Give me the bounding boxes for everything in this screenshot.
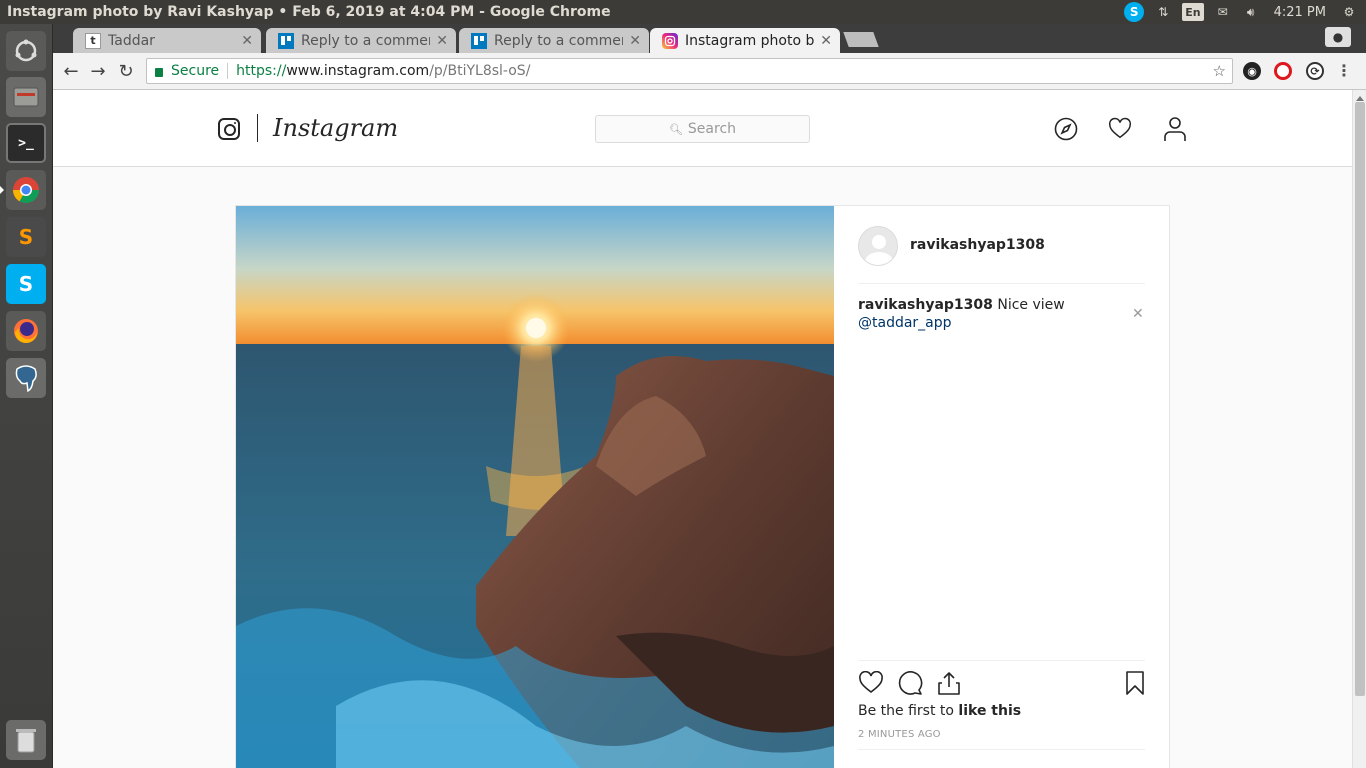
firefox-icon[interactable]	[6, 311, 46, 351]
post-side-panel: ravikashyap1308 ravikashyap1308 Nice vie…	[835, 206, 1170, 768]
forward-arrow-icon[interactable]: →	[86, 60, 110, 82]
sublime-text-icon[interactable]: S	[6, 217, 46, 257]
dash-icon[interactable]	[6, 31, 46, 71]
divider	[858, 660, 1145, 661]
avatar[interactable]	[858, 226, 898, 266]
instagram-nav: Instagram 🔍︎ Search	[53, 90, 1352, 167]
close-icon[interactable]: ✕	[1132, 306, 1144, 322]
tab-label: Taddar	[108, 32, 155, 49]
secure-indicator[interactable]: Secure	[147, 63, 219, 79]
scroll-up-arrow-icon[interactable]	[1356, 92, 1364, 101]
tab-taddar[interactable]: t Taddar ✕	[73, 28, 261, 53]
ubuntu-top-panel: Instagram photo by Ravi Kashyap • Feb 6,…	[0, 0, 1366, 24]
url-path: /p/BtiYL8sl-oS/	[429, 63, 531, 79]
trello-icon	[278, 32, 294, 49]
url-host: www.instagram.com	[286, 63, 430, 79]
sync-extension-icon[interactable]: ⟳	[1306, 62, 1324, 80]
page-viewport: Instagram 🔍︎ Search ravikashyap1308 ravi…	[53, 90, 1352, 768]
system-tray: S ⇅ En ✉ 🔊︎ 4:21 PM ⚙	[1124, 2, 1366, 22]
tab-label: Instagram photo by	[685, 32, 815, 49]
secure-label: Secure	[171, 63, 220, 79]
terminal-icon[interactable]: >_	[6, 123, 46, 163]
caption-username[interactable]: ravikashyap1308	[858, 297, 993, 313]
instagram-icon	[662, 32, 678, 49]
instagram-wordmark[interactable]: Instagram	[273, 114, 398, 142]
caption-text: Nice view	[992, 297, 1065, 313]
bookmark-star-icon[interactable]: ☆	[1213, 62, 1226, 80]
tab-instagram[interactable]: Instagram photo by ✕	[650, 28, 840, 53]
unity-launcher: >_ S S	[0, 24, 53, 768]
chrome-icon[interactable]	[0, 170, 46, 210]
close-tab-icon[interactable]: ✕	[436, 33, 448, 49]
reload-icon[interactable]: ↻	[114, 60, 138, 82]
mail-icon[interactable]: ✉	[1214, 3, 1232, 21]
profile-icon[interactable]: ●	[1325, 27, 1351, 47]
likes-prefix: Be the first to	[858, 703, 959, 719]
search-input[interactable]: 🔍︎ Search	[595, 115, 810, 143]
search-placeholder: Search	[687, 121, 737, 137]
opera-extension-icon[interactable]	[1274, 62, 1292, 80]
pgadmin-elephant-icon[interactable]	[6, 358, 46, 398]
instagram-camera-icon[interactable]	[218, 118, 240, 140]
extension-color-icon[interactable]: ◉	[1243, 62, 1261, 80]
lock-icon	[155, 67, 163, 77]
network-icon[interactable]: ⇅	[1154, 3, 1172, 21]
window-title: Instagram photo by Ravi Kashyap • Feb 6,…	[7, 4, 611, 20]
bookmark-icon[interactable]	[1122, 670, 1148, 696]
chrome-menu-icon[interactable]: ⋮	[1336, 61, 1352, 80]
scrollbar-thumb[interactable]	[1355, 102, 1365, 696]
page-scrollbar[interactable]	[1352, 90, 1366, 768]
divider	[858, 283, 1145, 284]
search-icon: 🔍︎	[668, 122, 683, 136]
new-tab-button[interactable]	[843, 32, 879, 47]
post-card: ravikashyap1308 ravikashyap1308 Nice vie…	[235, 205, 1170, 768]
close-tab-icon[interactable]: ✕	[629, 33, 641, 49]
url-protocol: https://	[236, 63, 287, 79]
explore-compass-icon[interactable]	[1054, 117, 1078, 141]
tab-reply-comment-1[interactable]: Reply to a comment ✕	[266, 28, 456, 53]
skype-icon[interactable]: S	[6, 264, 46, 304]
trello-icon	[471, 32, 487, 49]
files-icon[interactable]	[6, 77, 46, 117]
post-username[interactable]: ravikashyap1308	[910, 237, 1045, 253]
post-photo-sunset-sea-rocks[interactable]	[236, 206, 834, 768]
skype-tray-icon[interactable]: S	[1124, 2, 1145, 22]
back-arrow-icon[interactable]: ←	[59, 60, 83, 82]
share-icon[interactable]	[936, 670, 962, 696]
like-heart-icon[interactable]	[858, 670, 884, 696]
tab-reply-comment-2[interactable]: Reply to a comment ✕	[459, 28, 649, 53]
nav-divider	[257, 114, 258, 142]
chrome-toolbar: ← → ↻ Secure https://www.instagram.com/p…	[53, 53, 1366, 90]
chrome-tab-strip: t Taddar ✕ Reply to a comment ✕ Reply to…	[53, 24, 1366, 53]
profile-person-icon[interactable]	[1163, 117, 1187, 141]
post-timestamp[interactable]: 2 MINUTES AGO	[858, 729, 941, 740]
taddar-favicon: t	[85, 32, 101, 49]
keyboard-layout-indicator[interactable]: En	[1182, 3, 1204, 21]
trash-icon[interactable]	[6, 720, 46, 760]
tab-label: Reply to a comment	[301, 32, 431, 49]
omnibox-divider	[227, 63, 229, 79]
address-bar[interactable]: Secure https://www.instagram.com/p/BtiYL…	[146, 58, 1233, 84]
tab-label: Reply to a comment	[494, 32, 624, 49]
gear-icon[interactable]: ⚙	[1340, 3, 1358, 21]
like-this-link[interactable]: like this	[958, 703, 1021, 719]
comment-bubble-icon[interactable]	[897, 670, 923, 696]
close-tab-icon[interactable]: ✕	[820, 33, 832, 49]
divider	[858, 749, 1145, 750]
likes-summary: Be the first to like this	[858, 703, 1021, 719]
close-tab-icon[interactable]: ✕	[241, 33, 253, 49]
volume-icon[interactable]: 🔊︎	[1242, 3, 1260, 21]
caption-mention[interactable]: @taddar_app	[858, 315, 952, 331]
clock[interactable]: 4:21 PM	[1270, 3, 1330, 21]
activity-heart-icon[interactable]	[1108, 117, 1132, 141]
post-caption: ravikashyap1308 Nice view @taddar_app	[858, 296, 1118, 332]
